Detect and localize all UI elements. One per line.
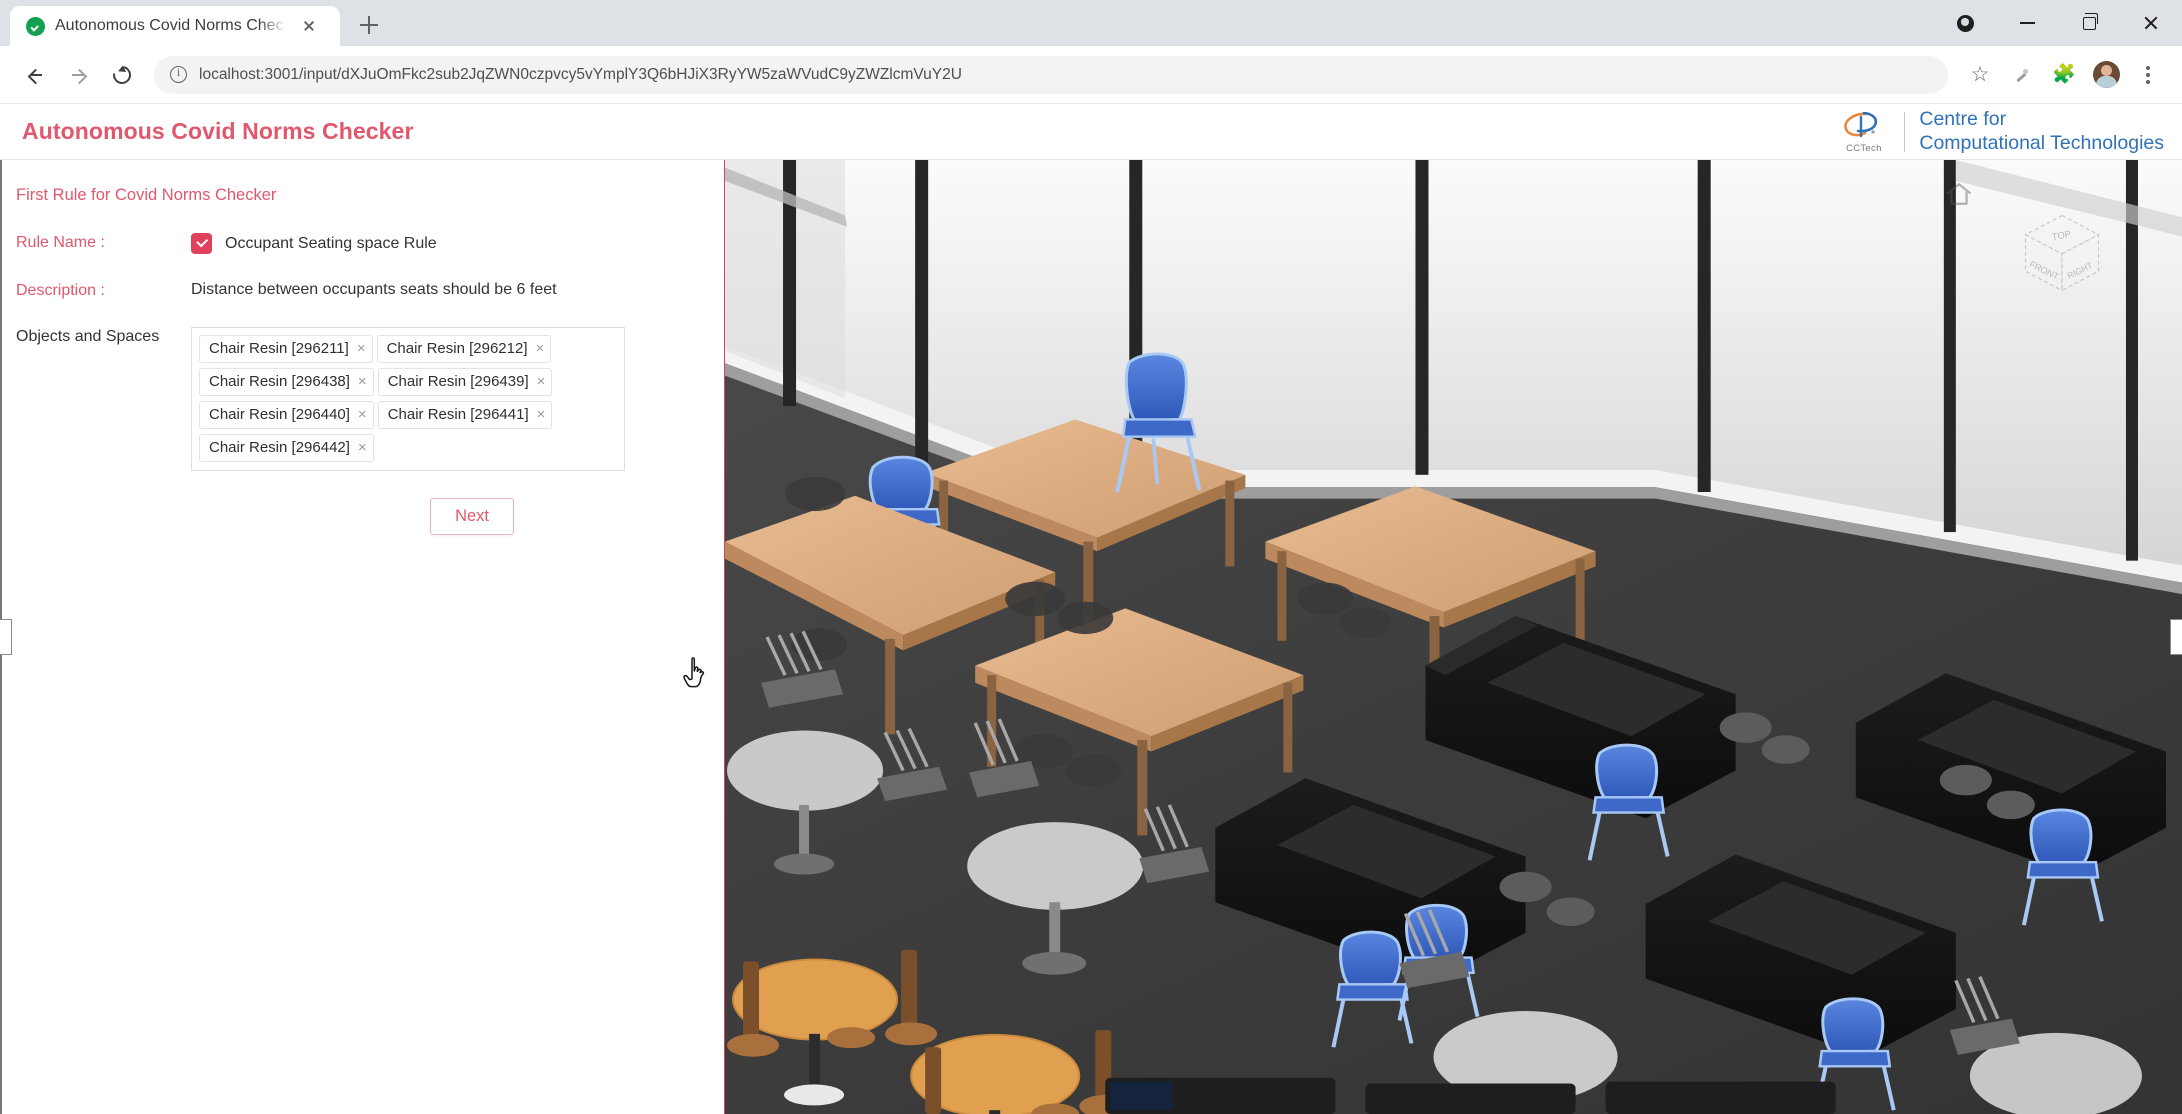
chip-label: Chair Resin [296440]	[209, 406, 350, 423]
avatar-icon[interactable]	[2086, 55, 2126, 95]
list-item[interactable]: Chair Resin [296438] ×	[199, 368, 374, 396]
form-heading: First Rule for Covid Norms Checker	[16, 186, 277, 204]
pen-icon[interactable]	[2002, 55, 2042, 95]
application: Autonomous Covid Norms Checker CCTech Ce…	[0, 104, 2182, 1114]
close-icon[interactable]	[297, 14, 321, 38]
logo-text: Centre for Computational Technologies	[1919, 108, 2164, 156]
tab-strip: Autonomous Covid Norms Chec	[0, 0, 2182, 46]
objects-and-spaces-row: Objects and Spaces Chair Resin [296211] …	[0, 327, 724, 471]
chip-label: Chair Resin [296438]	[209, 373, 350, 390]
list-item[interactable]: Chair Resin [296441] ×	[377, 401, 553, 429]
next-button[interactable]: Next	[430, 498, 514, 535]
objects-and-spaces-field[interactable]: Chair Resin [296211] × Chair Resin [2962…	[191, 327, 625, 471]
description-label: Description :	[16, 282, 105, 299]
rule-form-panel: First Rule for Covid Norms Checker Rule …	[0, 160, 725, 1114]
url-text: localhost:3001/input/dXJuOmFkc2sub2JqZWN…	[199, 66, 962, 84]
chip-label: Chair Resin [296441]	[387, 406, 529, 423]
remove-chip-icon[interactable]: ×	[358, 374, 367, 389]
list-item[interactable]: Chair Resin [296442] ×	[199, 434, 374, 462]
view-cube[interactable]: TOP FRONT RIGHT	[2014, 204, 2110, 300]
shield-icon[interactable]	[1934, 0, 1996, 46]
rule-name-label: Rule Name :	[16, 234, 105, 251]
info-icon[interactable]	[170, 65, 187, 83]
browser-window: Autonomous Covid Norms Chec localhost:30…	[0, 0, 2182, 1114]
browser-toolbar: ☆ 🧩	[1960, 55, 2168, 95]
chip-label: Chair Resin [296439]	[387, 373, 529, 390]
3d-office-scene	[725, 160, 2182, 1114]
new-tab-button[interactable]	[350, 6, 388, 44]
list-item[interactable]: Chair Resin [296439] ×	[377, 368, 553, 396]
logo-caption: CCTech	[1846, 142, 1882, 154]
description-row: Description : Distance between occupants…	[0, 281, 724, 300]
chip-label: Chair Resin [296212]	[386, 340, 528, 357]
browser-tab[interactable]: Autonomous Covid Norms Chec	[10, 6, 340, 46]
chip-label: Chair Resin [296442]	[209, 439, 350, 456]
list-item[interactable]: Chair Resin [296440] ×	[199, 401, 374, 429]
reload-icon[interactable]	[102, 55, 142, 95]
window-controls	[1934, 0, 2182, 46]
chip-label: Chair Resin [296211]	[209, 340, 349, 357]
collapse-left-handle[interactable]	[0, 619, 12, 655]
remove-chip-icon[interactable]: ×	[536, 341, 545, 356]
main-content: First Rule for Covid Norms Checker Rule …	[0, 160, 2182, 1114]
app-header: Autonomous Covid Norms Checker CCTech Ce…	[0, 104, 2182, 160]
puzzle-icon[interactable]: 🧩	[2044, 55, 2084, 95]
logo-line-1: Centre for	[1919, 107, 2007, 130]
page-title: Autonomous Covid Norms Checker	[22, 118, 414, 144]
mouse-cursor-pointer	[683, 657, 705, 688]
remove-chip-icon[interactable]: ×	[537, 374, 546, 389]
cctech-logo-icon: CCTech	[1834, 110, 1890, 154]
forward-arrow-icon[interactable]	[58, 55, 98, 95]
remove-chip-icon[interactable]: ×	[357, 341, 366, 356]
remove-chip-icon[interactable]: ×	[537, 407, 546, 422]
close-icon[interactable]	[2120, 0, 2182, 46]
objects-and-spaces-label: Objects and Spaces	[16, 328, 160, 345]
check-circle-icon	[26, 16, 45, 36]
minimize-icon[interactable]	[1996, 0, 2058, 46]
logo-line-2: Computational Technologies	[1919, 131, 2164, 154]
logo-divider	[1903, 111, 1906, 152]
collapse-right-handle[interactable]	[2170, 619, 2182, 655]
rule-name-value: Occupant Seating space Rule	[225, 234, 437, 252]
form-actions: Next	[0, 498, 724, 535]
rule-name-row: Rule Name : Occupant Seating space Rule	[0, 233, 724, 254]
url-full: localhost:3001/input/dXJuOmFkc2sub2JqZWN…	[199, 65, 962, 83]
3d-viewport[interactable]: TOP FRONT RIGHT	[725, 160, 2182, 1114]
description-value: Distance between occupants seats should …	[191, 281, 557, 298]
list-item[interactable]: Chair Resin [296211] ×	[199, 335, 373, 363]
list-item[interactable]: Chair Resin [296212] ×	[376, 335, 552, 363]
tab-title: Autonomous Covid Norms Chec	[55, 17, 284, 34]
star-icon[interactable]: ☆	[1960, 55, 2000, 95]
kebab-menu-icon[interactable]	[2128, 55, 2168, 95]
cctech-logo: CCTech Centre for Computational Technolo…	[1834, 108, 2164, 156]
address-bar[interactable]: localhost:3001/input/dXJuOmFkc2sub2JqZWN…	[154, 55, 1948, 94]
remove-chip-icon[interactable]: ×	[358, 440, 367, 455]
back-arrow-icon[interactable]	[14, 55, 54, 95]
rule-name-checkbox[interactable]	[191, 233, 212, 254]
navigation-bar: localhost:3001/input/dXJuOmFkc2sub2JqZWN…	[0, 46, 2182, 104]
home-icon[interactable]	[1946, 182, 1972, 206]
maximize-icon[interactable]	[2058, 0, 2120, 46]
remove-chip-icon[interactable]: ×	[358, 407, 367, 422]
